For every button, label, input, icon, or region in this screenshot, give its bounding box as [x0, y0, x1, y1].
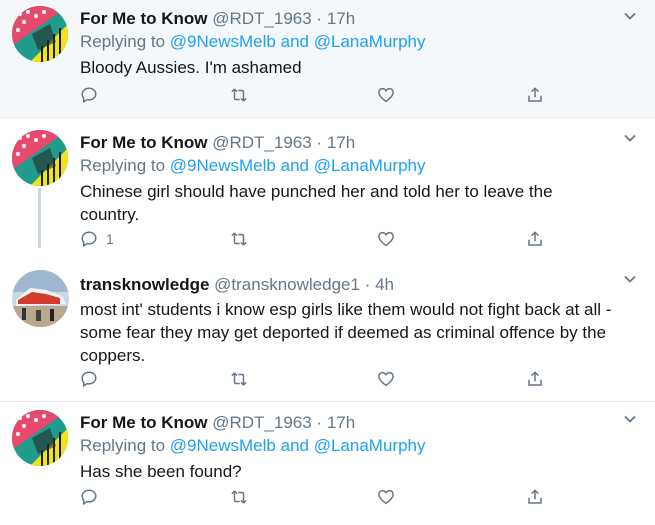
tweet-text: Has she been found?: [80, 462, 242, 481]
tweet-actions: 1: [80, 228, 550, 250]
reply-icon: [81, 371, 97, 388]
retweet-button[interactable]: [230, 84, 248, 106]
tweet-text: Chinese girl should have punched her and…: [80, 182, 553, 224]
tweet-actions: [80, 84, 550, 106]
replying-prefix: Replying to: [80, 436, 166, 455]
share-icon: [528, 371, 542, 386]
mention-link[interactable]: @9NewsMelb: [170, 156, 276, 175]
heart-icon: [378, 489, 394, 505]
like-button[interactable]: [377, 486, 395, 508]
mention-link[interactable]: @LanaMurphy: [314, 32, 426, 51]
tweet-content: For Me to Know @RDT_1963 · 17h Replying …: [80, 8, 615, 79]
and-conjunction[interactable]: and: [281, 32, 309, 51]
avatar[interactable]: [12, 270, 69, 327]
author-handle[interactable]: @transknowledge1: [214, 275, 360, 294]
retweet-button[interactable]: [230, 486, 248, 508]
and-conjunction[interactable]: and: [281, 436, 309, 455]
author-name[interactable]: transknowledge: [80, 275, 209, 294]
timestamp[interactable]: 17h: [327, 413, 355, 432]
share-icon: [528, 489, 542, 504]
tweet-content: For Me to Know @RDT_1963 · 17h Replying …: [80, 132, 615, 226]
heart-icon: [378, 87, 394, 103]
tweet-actions: [80, 368, 550, 390]
replying-prefix: Replying to: [80, 32, 166, 51]
retweet-icon: [231, 490, 247, 504]
author-name[interactable]: For Me to Know: [80, 133, 207, 152]
tweet-header: For Me to Know @RDT_1963 · 17h: [80, 412, 615, 434]
retweet-icon: [231, 372, 247, 386]
share-button[interactable]: [526, 486, 544, 508]
author-name[interactable]: For Me to Know: [80, 9, 207, 28]
separator-dot: ·: [316, 9, 323, 28]
reply-button[interactable]: [80, 486, 106, 508]
thread-connector: [38, 188, 41, 248]
tweet-header: For Me to Know @RDT_1963 · 17h: [80, 8, 615, 30]
timestamp[interactable]: 17h: [327, 133, 355, 152]
separator-dot: ·: [316, 413, 323, 432]
replying-prefix: Replying to: [80, 156, 166, 175]
and-conjunction[interactable]: and: [281, 156, 309, 175]
share-icon: [528, 87, 542, 102]
share-button[interactable]: [526, 368, 544, 390]
like-button[interactable]: [377, 84, 395, 106]
heart-icon: [378, 231, 394, 247]
tweet[interactable]: For Me to Know @RDT_1963 · 17h Replying …: [0, 0, 655, 118]
author-handle[interactable]: @RDT_1963: [212, 413, 311, 432]
avatar[interactable]: [12, 410, 68, 466]
retweet-icon: [231, 232, 247, 246]
tweet-actions: [80, 486, 550, 508]
tweet-content: For Me to Know @RDT_1963 · 17h Replying …: [80, 412, 615, 483]
like-button[interactable]: [377, 228, 395, 250]
retweet-icon: [231, 88, 247, 102]
avatar[interactable]: [12, 130, 68, 186]
reply-count: 1: [106, 231, 114, 247]
tweet-text: most int' students i know esp girls like…: [80, 300, 612, 365]
like-button[interactable]: [377, 368, 395, 390]
share-button[interactable]: [526, 84, 544, 106]
author-handle[interactable]: @RDT_1963: [212, 9, 311, 28]
tweet-header: transknowledge @transknowledge1 · 4h: [80, 274, 615, 296]
reply-icon: [81, 231, 97, 248]
retweet-button[interactable]: [230, 228, 248, 250]
tweet-content: transknowledge @transknowledge1 · 4h mos…: [80, 274, 615, 367]
chevron-down-icon[interactable]: [623, 412, 637, 426]
mention-link[interactable]: @LanaMurphy: [314, 436, 426, 455]
share-icon: [528, 231, 542, 246]
tweet-text: Bloody Aussies. I'm ashamed: [80, 58, 302, 77]
author-handle[interactable]: @RDT_1963: [212, 133, 311, 152]
reply-button[interactable]: 1: [80, 228, 114, 250]
timestamp[interactable]: 17h: [327, 9, 355, 28]
replying-to: Replying to @9NewsMelb and @LanaMurphy: [80, 154, 615, 178]
chevron-down-icon[interactable]: [623, 131, 637, 145]
mention-link[interactable]: @9NewsMelb: [170, 436, 276, 455]
retweet-button[interactable]: [230, 368, 248, 390]
heart-icon: [378, 371, 394, 387]
chevron-down-icon[interactable]: [623, 272, 637, 286]
mention-link[interactable]: @9NewsMelb: [170, 32, 276, 51]
reply-button[interactable]: [80, 84, 106, 106]
tweet[interactable]: For Me to Know @RDT_1963 · 17h Replying …: [0, 118, 655, 258]
reply-icon: [81, 489, 97, 506]
chevron-down-icon[interactable]: [623, 9, 637, 23]
tweet-header: For Me to Know @RDT_1963 · 17h: [80, 132, 615, 154]
tweet[interactable]: transknowledge @transknowledge1 · 4h mos…: [0, 258, 655, 402]
tweet[interactable]: For Me to Know @RDT_1963 · 17h Replying …: [0, 402, 655, 525]
replying-to: Replying to @9NewsMelb and @LanaMurphy: [80, 434, 615, 458]
mention-link[interactable]: @LanaMurphy: [314, 156, 426, 175]
share-button[interactable]: [526, 228, 544, 250]
replying-to: Replying to @9NewsMelb and @LanaMurphy: [80, 30, 615, 54]
timestamp[interactable]: 4h: [375, 275, 394, 294]
separator-dot: ·: [316, 133, 323, 152]
reply-icon: [81, 87, 97, 104]
author-name[interactable]: For Me to Know: [80, 413, 207, 432]
avatar[interactable]: [12, 6, 68, 62]
reply-button[interactable]: [80, 368, 106, 390]
separator-dot: ·: [364, 275, 371, 294]
